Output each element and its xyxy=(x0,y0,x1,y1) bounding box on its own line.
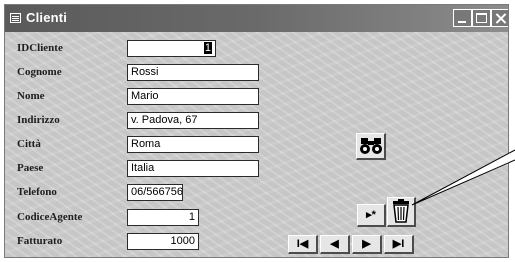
label-fatturato: Fatturato xyxy=(17,235,63,247)
label-idcliente: IDCliente xyxy=(17,42,63,54)
window-title: Clienti xyxy=(26,10,68,25)
label-citta: Città xyxy=(17,138,41,150)
paese-field[interactable]: Italia xyxy=(127,160,259,177)
label-codiceagente: CodiceAgente xyxy=(17,211,83,223)
title-bar: Clienti xyxy=(5,5,508,32)
cognome-field[interactable]: Rossi xyxy=(127,64,259,81)
label-cognome: Cognome xyxy=(17,66,62,78)
find-button[interactable] xyxy=(356,133,386,160)
citta-field[interactable]: Roma xyxy=(127,136,259,153)
minimize-button[interactable] xyxy=(453,9,472,27)
screen: { "window": { "title": "Clienti" }, "fie… xyxy=(0,0,515,262)
form-body: IDCliente 1 Cognome Rossi Nome Mario Ind… xyxy=(5,32,508,258)
telefono-field[interactable]: 06/566756 xyxy=(127,184,183,201)
form-icon xyxy=(10,13,21,23)
codiceagente-field[interactable]: 1 xyxy=(127,209,199,226)
trash-icon xyxy=(393,199,409,223)
form-bottom-divider xyxy=(5,257,508,258)
label-nome: Nome xyxy=(17,90,45,102)
label-telefono: Telefono xyxy=(17,186,57,198)
next-record-button[interactable]: ▶ xyxy=(352,235,382,254)
close-button[interactable] xyxy=(491,9,508,27)
binoculars-icon xyxy=(359,138,382,154)
nome-field[interactable]: Mario xyxy=(127,88,259,105)
prev-record-button[interactable]: ◀ xyxy=(320,235,350,254)
label-indirizzo: Indirizzo xyxy=(17,114,60,126)
idcliente-field[interactable]: 1 xyxy=(127,40,216,57)
first-record-button[interactable]: I◀ xyxy=(288,235,318,254)
fatturato-field[interactable]: 1000 xyxy=(127,233,199,250)
label-paese: Paese xyxy=(17,162,44,174)
new-record-button[interactable]: ▸* xyxy=(357,204,386,227)
delete-record-button[interactable] xyxy=(387,197,416,227)
last-record-button[interactable]: ▶I xyxy=(384,235,414,254)
form-window: Clienti IDCliente 1 Cognome Rossi Nome M… xyxy=(4,4,509,258)
maximize-button[interactable] xyxy=(472,9,491,27)
indirizzo-field[interactable]: v. Padova, 67 xyxy=(127,112,259,129)
